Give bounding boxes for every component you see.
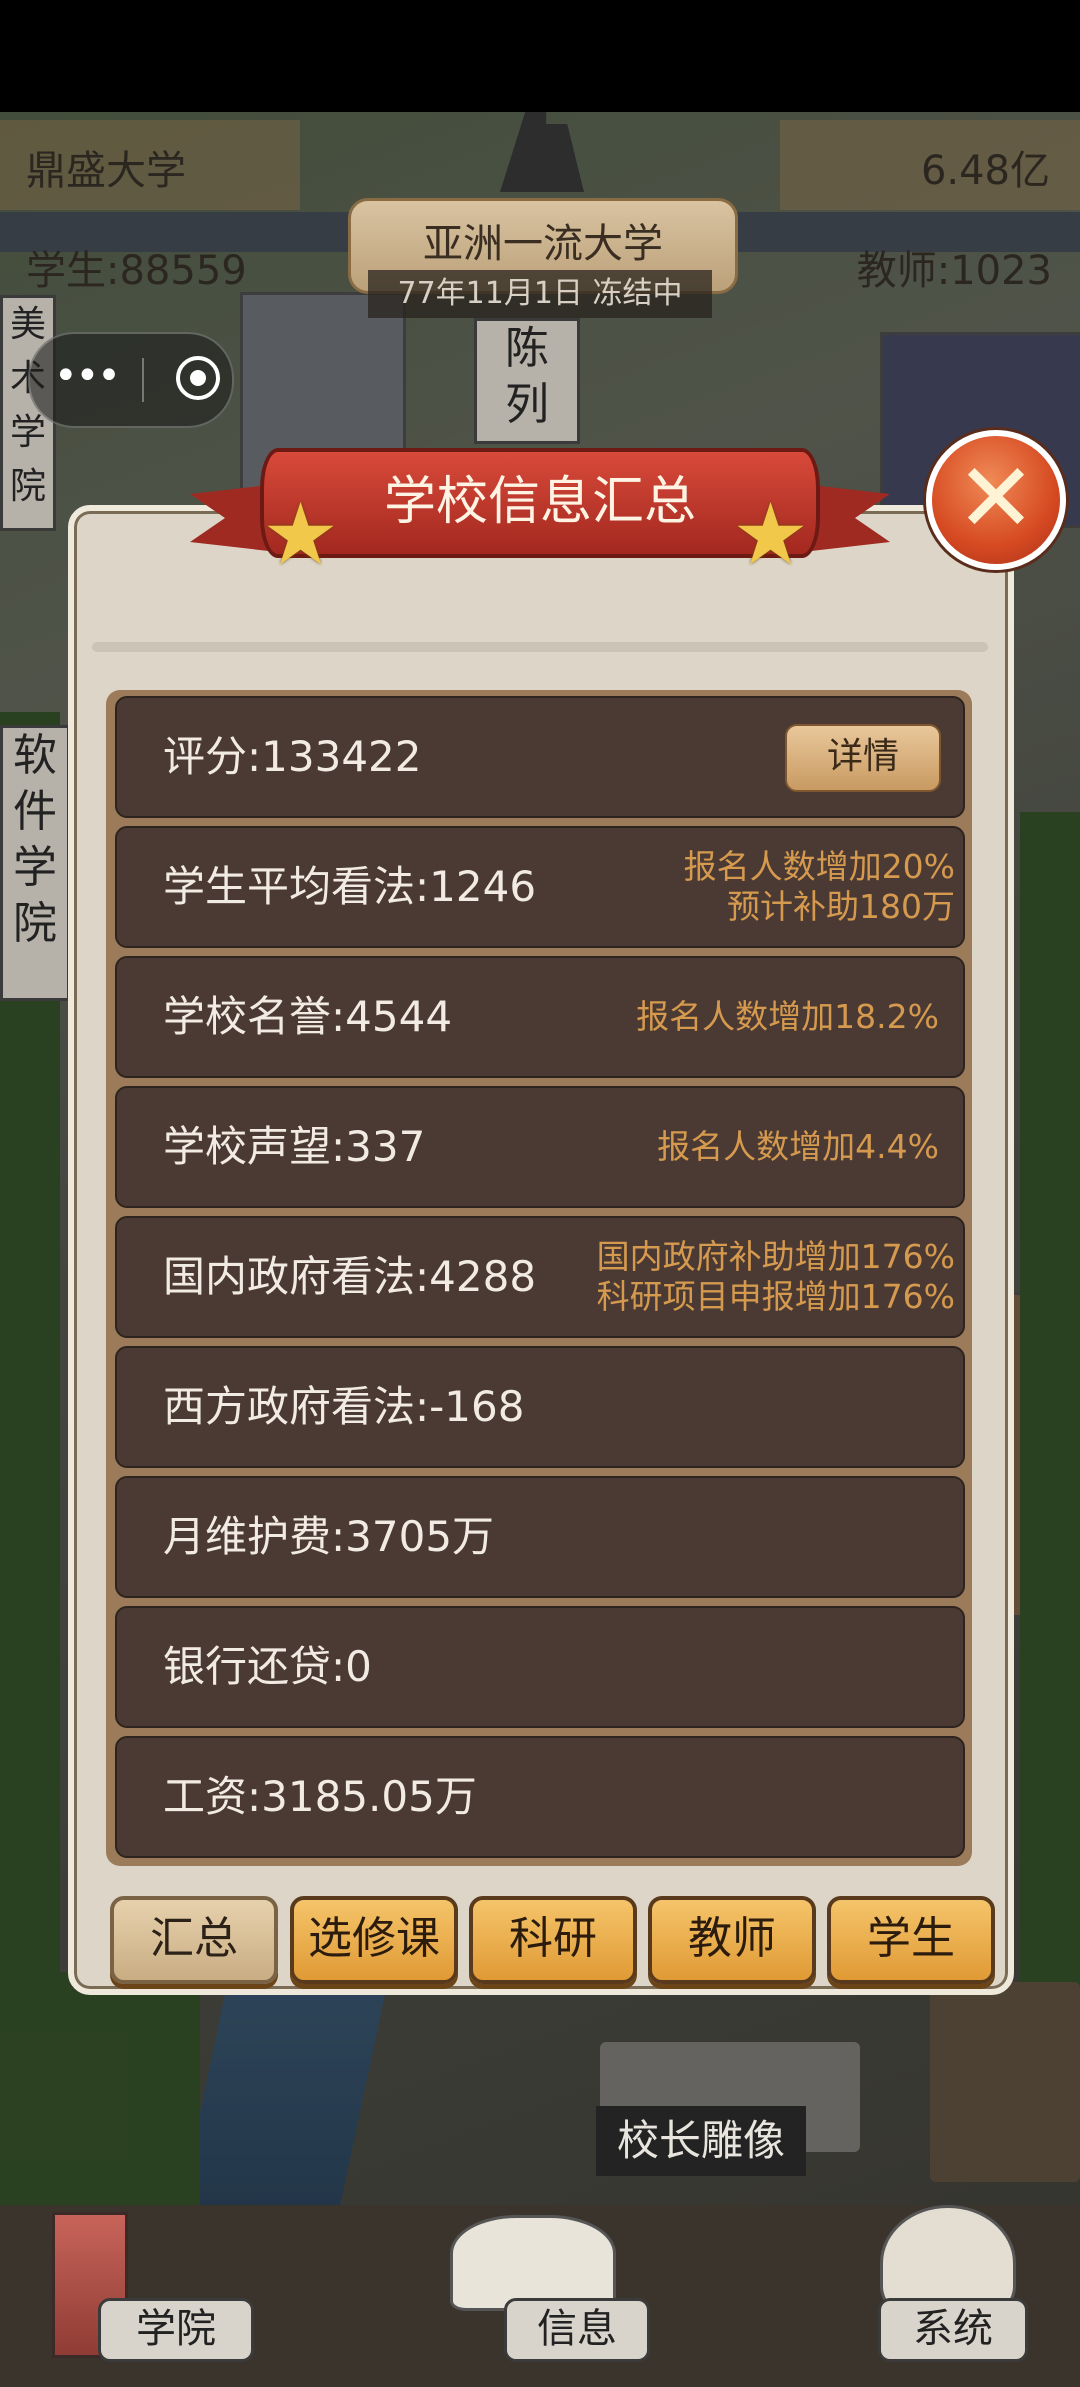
effect-text: 国内政府补助增加176% [596,1237,955,1276]
sign-exhibition: 陈 列 [474,318,580,444]
student-opinion-label: 学生平均看法:1246 [163,862,537,911]
prestige-effects: 报名人数增加4.4% [657,1088,939,1206]
star-icon: ★ [732,485,810,585]
info-row-loan: 银行还贷:0 [115,1606,965,1728]
money-display: 6.48亿 [920,148,1050,194]
sign-software-college-text: 软 件 学 院 [13,730,57,949]
reputation-label: 学校名誉:4544 [163,992,453,1041]
close-x-icon: ✕ [955,442,1037,554]
info-row-reputation: 学校名誉:4544 报名人数增加18.2% [115,956,965,1078]
tab-research[interactable]: 科研 [469,1896,637,1984]
info-row-prestige: 学校声望:337 报名人数增加4.4% [115,1086,965,1208]
loan-label: 银行还贷:0 [163,1642,372,1691]
info-row-western-gov: 西方政府看法:-168 [115,1346,965,1468]
effect-text: 预计补助180万 [727,887,955,926]
tab-students[interactable]: 学生 [827,1896,995,1984]
tab-summary[interactable]: 汇总 [110,1896,278,1984]
salary-label: 工资:3185.05万 [163,1772,477,1821]
teacher-count: 教师:1023 [856,248,1052,294]
close-miniprogram-icon[interactable] [176,356,220,400]
star-icon: ★ [262,485,340,585]
tab-teachers[interactable]: 教师 [648,1896,816,1984]
date-status: 77年11月1日 冻结中 [368,270,712,318]
sign-exhibition-text: 陈 列 [505,323,549,430]
info-row-maintenance: 月维护费:3705万 [115,1476,965,1598]
student-opinion-effects: 报名人数增加20% 预计补助180万 [684,828,955,946]
western-gov-label: 西方政府看法:-168 [163,1382,525,1431]
info-row-student-opinion: 学生平均看法:1246 报名人数增加20% 预计补助180万 [115,826,965,948]
info-row-domestic-gov: 国内政府看法:4288 国内政府补助增加176% 科研项目申报增加176% [115,1216,965,1338]
modal-divider [92,642,988,652]
details-button[interactable]: 详情 [785,724,941,792]
effect-text: 科研项目申报增加176% [596,1277,955,1316]
school-name: 鼎盛大学 [26,148,186,194]
domestic-gov-label: 国内政府看法:4288 [163,1252,537,1301]
score-label: 评分:133422 [163,732,422,781]
rank-title: 亚洲一流大学 [423,221,663,267]
reputation-effects: 报名人数增加18.2% [636,958,939,1076]
maintenance-label: 月维护费:3705万 [163,1512,495,1561]
effect-text: 报名人数增加18.2% [636,997,939,1036]
capsule-divider [142,358,144,402]
sign-software-college[interactable]: 软 件 学 院 [0,725,70,1001]
close-button[interactable]: ✕ [926,430,1066,570]
info-row-score: 评分:133422 详情 [115,696,965,818]
nav-college[interactable]: 学院 [98,2298,254,2362]
prestige-label: 学校声望:337 [163,1122,426,1171]
student-count: 学生:88559 [26,248,247,294]
nav-info[interactable]: 信息 [504,2298,650,2362]
modal-title: 学校信息汇总 [383,472,696,532]
effect-text: 报名人数增加20% [683,847,955,886]
miniprogram-capsule: ••• [28,332,234,428]
domestic-gov-effects: 国内政府补助增加176% 科研项目申报增加176% [597,1218,955,1336]
effect-text: 报名人数增加4.4% [657,1127,939,1166]
nav-system[interactable]: 系统 [878,2298,1028,2362]
tab-electives[interactable]: 选修课 [290,1896,458,1984]
more-menu-icon[interactable]: ••• [54,356,121,404]
book-icon[interactable] [450,2215,616,2311]
statue-label[interactable]: 校长雕像 [596,2106,806,2176]
info-row-salary: 工资:3185.05万 [115,1736,965,1858]
